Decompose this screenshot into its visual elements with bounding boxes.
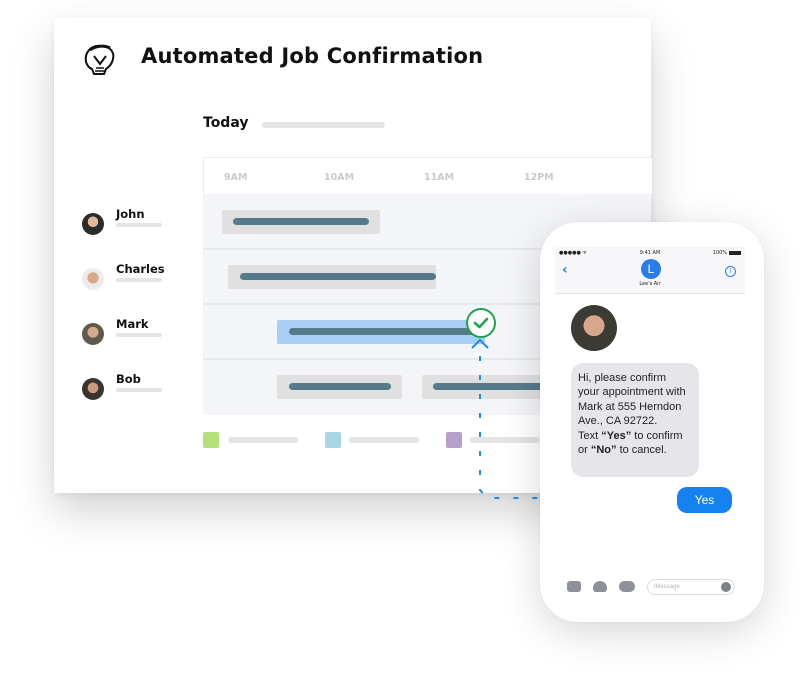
text-span: to cancel. bbox=[616, 444, 667, 457]
reply-message: Yes bbox=[677, 487, 732, 513]
contact-avatar[interactable]: L bbox=[641, 259, 661, 279]
microphone-icon[interactable] bbox=[721, 582, 731, 592]
battery-percent: 100% bbox=[712, 250, 727, 256]
message-line: Text “Yes” to confirm bbox=[578, 429, 699, 443]
digital-touch-icon[interactable] bbox=[593, 581, 607, 592]
incoming-message: Hi, please confirm your appointment with… bbox=[571, 363, 699, 477]
message-line: Mark at 555 Herndon bbox=[578, 400, 682, 413]
messages-header: ●●●●● ᯤ 9:41 AM 100% ‹ L Lee's Air i bbox=[555, 247, 745, 294]
battery-icon bbox=[729, 251, 741, 255]
sender-photo bbox=[571, 305, 617, 351]
message-line: or “No” to cancel. bbox=[578, 443, 699, 457]
back-chevron-icon[interactable]: ‹ bbox=[562, 262, 568, 278]
messages-screen: ●●●●● ᯤ 9:41 AM 100% ‹ L Lee's Air i Hi,… bbox=[555, 247, 745, 601]
info-icon[interactable]: i bbox=[725, 266, 736, 277]
status-bar: ●●●●● ᯤ 9:41 AM 100% bbox=[555, 250, 745, 258]
message-line: your appointment with bbox=[578, 386, 686, 399]
text-span: to confirm bbox=[631, 429, 683, 442]
camera-icon[interactable] bbox=[567, 581, 581, 592]
message-line: Ave., CA 92722. bbox=[578, 415, 658, 428]
no-keyword: “No” bbox=[590, 444, 617, 457]
confirmed-check-icon bbox=[466, 308, 496, 338]
message-line: Hi, please confirm bbox=[578, 372, 667, 384]
input-placeholder: iMessage bbox=[654, 584, 680, 590]
imessage-input[interactable]: iMessage bbox=[647, 579, 735, 595]
contact-name: Lee's Air bbox=[639, 281, 661, 287]
message-toolbar: iMessage bbox=[555, 577, 745, 597]
yes-keyword: “Yes” bbox=[601, 429, 632, 442]
text-span: or bbox=[578, 444, 591, 457]
app-store-icon[interactable] bbox=[619, 581, 635, 592]
text-span: Text bbox=[578, 429, 602, 442]
